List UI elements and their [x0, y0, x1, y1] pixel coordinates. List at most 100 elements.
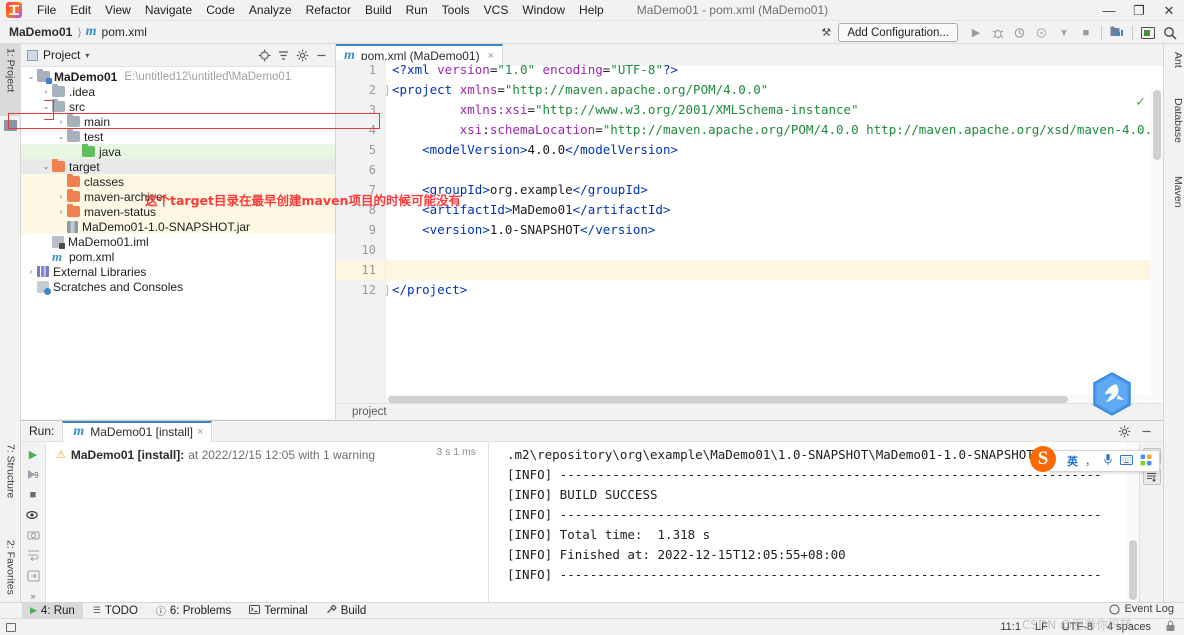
scrollbar-thumb[interactable] — [1153, 90, 1161, 160]
editor-breadcrumb[interactable]: project — [336, 403, 1163, 420]
menu-tools[interactable]: Tools — [435, 0, 477, 21]
hide-panel-icon[interactable] — [1137, 422, 1155, 440]
line-number[interactable]: 10 — [336, 240, 385, 260]
code-line[interactable]: xsi:schemaLocation="http://maven.apache.… — [386, 120, 1163, 140]
soft-wrap-icon[interactable] — [24, 548, 42, 562]
chevron-down-icon[interactable]: ⌄ — [40, 162, 52, 171]
chevron-right-icon[interactable]: › — [55, 192, 67, 201]
close-button[interactable]: ✕ — [1154, 0, 1184, 21]
collapse-all-icon[interactable] — [274, 46, 292, 64]
menu-analyze[interactable]: Analyze — [242, 0, 299, 21]
menu-file[interactable]: File — [30, 0, 63, 21]
close-icon[interactable]: × — [197, 426, 203, 438]
tree-item-external-libraries[interactable]: › External Libraries — [21, 264, 335, 279]
line-number[interactable]: 4 — [336, 120, 385, 140]
toggle-auto-scroll-icon[interactable] — [24, 508, 42, 522]
event-log-button[interactable]: Event Log — [1109, 603, 1174, 615]
code-content[interactable]: <?xml version="1.0" encoding="UTF-8"?>−<… — [386, 60, 1163, 419]
toggle-toolwindows-icon[interactable] — [6, 622, 16, 632]
menu-run[interactable]: Run — [399, 0, 435, 21]
tree-item-src[interactable]: ⌄ src — [21, 98, 335, 114]
chevron-right-icon[interactable]: › — [55, 117, 67, 126]
chevron-right-icon[interactable]: › — [40, 87, 52, 96]
line-number[interactable]: 9 — [336, 220, 385, 240]
run-result-row[interactable]: ⚠ MaDemo01 [install]: at 2022/12/15 12:0… — [46, 446, 488, 463]
add-configuration-button[interactable]: Add Configuration... — [838, 23, 958, 42]
terminal-icon[interactable] — [1138, 23, 1158, 43]
tree-item-mademo01-iml[interactable]: MaDemo01.iml — [21, 234, 335, 249]
code-line[interactable]: <artifactId>MaDemo01</artifactId> — [386, 200, 1163, 220]
scroll-to-end-icon[interactable] — [24, 569, 42, 583]
sidebar-tab-maven[interactable]: Maven — [1163, 172, 1184, 228]
sogou-ime-logo-icon[interactable]: S — [1030, 446, 1056, 472]
menu-window[interactable]: Window — [515, 0, 572, 21]
sidebar-tab-project[interactable]: 1: Project — [0, 44, 21, 116]
menu-navigate[interactable]: Navigate — [138, 0, 199, 21]
chevron-right-icon[interactable]: › — [55, 207, 67, 216]
chevron-down-icon[interactable]: ⌄ — [25, 72, 37, 81]
breadcrumb-project[interactable]: MaDemo01 — [6, 25, 75, 39]
ime-keyboard-icon[interactable] — [1120, 454, 1133, 468]
tree-item-target[interactable]: ⌄ target — [21, 158, 335, 174]
toolwindow-build[interactable]: Build — [318, 603, 375, 619]
scrollbar-thumb-h[interactable] — [388, 396, 1068, 403]
menu-edit[interactable]: Edit — [63, 0, 98, 21]
toolwindow-run[interactable]: ▶ 4: Run — [22, 602, 83, 619]
line-number[interactable]: 2 — [336, 80, 385, 100]
run-tab-mademo01-install[interactable]: m MaDemo01 [install] × — [62, 420, 213, 442]
status-bar-left[interactable] — [0, 622, 22, 632]
settings-gear-icon[interactable] — [1115, 422, 1133, 440]
code-line[interactable] — [386, 160, 1163, 180]
menu-code[interactable]: Code — [199, 0, 242, 21]
code-line[interactable]: <modelVersion>4.0.0</modelVersion> — [386, 140, 1163, 160]
project-structure-icon[interactable] — [1107, 23, 1127, 43]
code-line[interactable]: </project> — [386, 280, 1163, 300]
print-icon[interactable] — [24, 528, 42, 542]
settings-gear-icon[interactable] — [293, 46, 311, 64]
run-icon[interactable]: ▶ — [966, 23, 986, 43]
code-line[interactable]: <?xml version="1.0" encoding="UTF-8"?> — [386, 60, 1163, 80]
tree-item-java[interactable]: java — [21, 143, 335, 159]
menu-build[interactable]: Build — [358, 0, 399, 21]
ime-floating-toolbar[interactable]: 英 ， — [1048, 450, 1160, 472]
indent-setting[interactable]: 4 spaces — [1107, 621, 1151, 633]
code-editor[interactable]: 1 2 3 4 5 6 7 8 9 10 11 12 <?xml version="1.0" enco… — [336, 60, 1163, 441]
chevron-down-icon[interactable]: ⌄ — [55, 132, 67, 141]
tree-item-mademo01[interactable]: ⌄ MaDemo01 E:\untitled12\untitled\MaDemo01 — [21, 68, 335, 84]
sidebar-tab-structure[interactable]: 7: Structure — [0, 440, 21, 532]
chevron-right-icon[interactable]: › — [25, 267, 37, 276]
maximize-button[interactable]: ❐ — [1124, 0, 1154, 21]
rerun-icon[interactable]: ▶ — [24, 447, 42, 461]
file-encoding[interactable]: UTF-8 — [1062, 621, 1093, 633]
locate-icon[interactable] — [255, 46, 273, 64]
lock-icon[interactable] — [1165, 620, 1176, 635]
tree-item-idea[interactable]: › .idea — [21, 83, 335, 99]
ime-punctuation-icon[interactable]: ， — [1085, 453, 1096, 469]
line-number[interactable]: 1 — [336, 60, 385, 80]
tree-item-main[interactable]: › main — [21, 113, 335, 129]
menu-help[interactable]: Help — [572, 0, 611, 21]
code-line[interactable]: <groupId>org.example</groupId> — [386, 180, 1163, 200]
line-number[interactable]: 5 — [336, 140, 385, 160]
project-tree[interactable]: ⌄ MaDemo01 E:\untitled12\untitled\MaDemo01… — [21, 67, 335, 417]
debug-icon[interactable] — [988, 23, 1008, 43]
breadcrumb-file[interactable]: pom.xml — [99, 25, 150, 39]
line-number[interactable]: 12 — [336, 280, 385, 300]
hammer-build-icon[interactable]: ⚒ — [816, 23, 836, 43]
chevron-down-icon[interactable]: ▾ — [85, 51, 89, 60]
tree-item-classes[interactable]: classes — [21, 173, 335, 189]
tree-item-pom-xml[interactable]: m pom.xml — [21, 249, 335, 264]
line-number[interactable]: 3 — [336, 100, 385, 120]
search-icon[interactable] — [1160, 23, 1180, 43]
code-line[interactable]: <version>1.0-SNAPSHOT</version> — [386, 220, 1163, 240]
run-results-tree[interactable]: ⚠ MaDemo01 [install]: at 2022/12/15 12:0… — [46, 442, 489, 603]
fold-collapse-icon[interactable]: − — [386, 85, 388, 96]
menu-refactor[interactable]: Refactor — [299, 0, 358, 21]
rerun-failed-tests-icon[interactable]: 9 — [24, 467, 42, 481]
code-line[interactable]: <project xmlns="http://maven.apache.org/… — [386, 80, 1163, 100]
menu-vcs[interactable]: VCS — [477, 0, 516, 21]
toolwindow-problems[interactable]: ⓘ 6: Problems — [148, 603, 239, 619]
sidebar-tab-ant[interactable]: Ant — [1163, 48, 1184, 88]
toolwindow-terminal[interactable]: Terminal — [241, 603, 315, 619]
tree-item-test[interactable]: ⌄ test — [21, 128, 335, 144]
